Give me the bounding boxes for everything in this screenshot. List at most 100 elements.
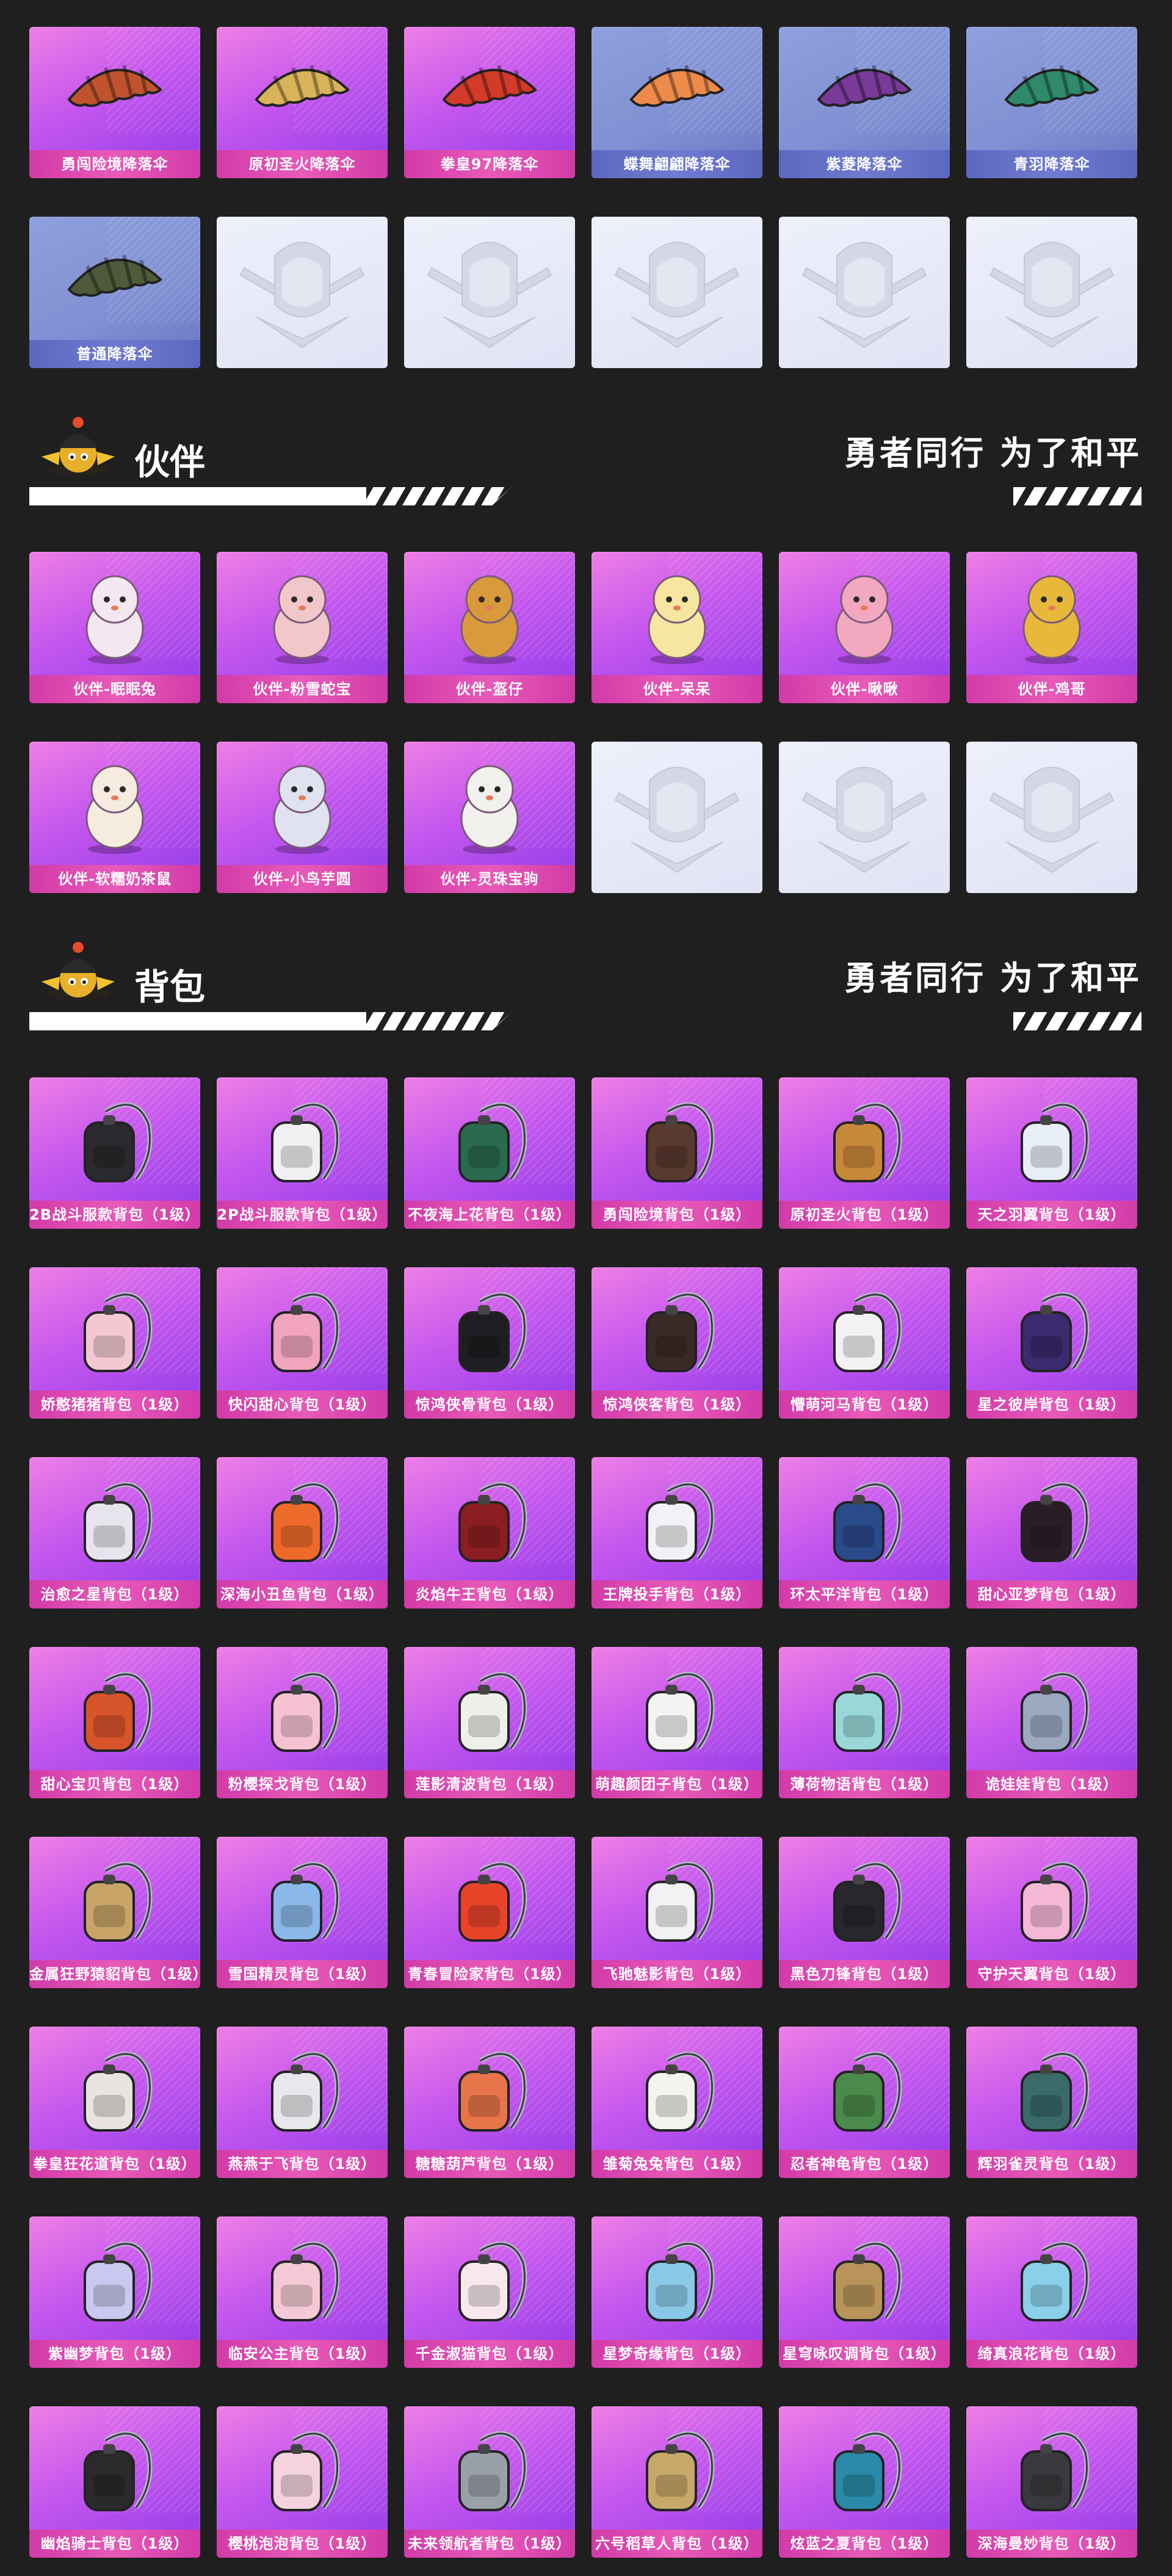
backpack-label: 懵萌河马背包（1级） [779,1391,950,1419]
backpack-card[interactable]: 惊鸿侠客背包（1级） [591,1267,762,1419]
companion-card[interactable]: 伙伴-呆呆 [591,552,762,703]
backpack-card[interactable]: 忍者神龟背包（1级） [779,2027,950,2178]
backpack-card[interactable]: 雏菊兔兔背包（1级） [591,2027,762,2178]
backpack-card[interactable]: 飞驰魅影背包（1级） [591,1837,762,1988]
backpack-card[interactable]: 星之彼岸背包（1级） [966,1267,1137,1419]
backpack-card[interactable]: 紫幽梦背包（1级） [29,2216,200,2368]
backpack-card[interactable]: 守护天翼背包（1级） [966,1837,1137,1988]
companion-card[interactable]: 伙伴-眠眠兔 [29,552,200,703]
backpack-card[interactable]: 2B战斗服款背包（1级） [29,1077,200,1229]
backpack-card[interactable]: 炎焰牛王背包（1级） [404,1457,575,1608]
backpack-card[interactable]: 懵萌河马背包（1级） [779,1267,950,1419]
companion-icon [966,552,1137,675]
backpack-icon [29,2406,200,2530]
backpack-icon [966,1457,1137,1580]
backpack-icon [966,1267,1137,1391]
backpack-label: 星之彼岸背包（1级） [966,1391,1137,1419]
backpack-icon [966,2406,1137,2530]
companion-card[interactable]: 伙伴-小鸟芋圆 [217,742,388,893]
backpack-card[interactable]: 萌趣颜团子背包（1级） [591,1647,762,1798]
backpack-icon [217,1457,388,1580]
backpack-card[interactable]: 深海小丑鱼背包（1级） [217,1457,388,1608]
backpack-card[interactable]: 快闪甜心背包（1级） [217,1267,388,1419]
backpack-card[interactable]: 燕燕于飞背包（1级） [217,2027,388,2178]
backpack-label: 千金淑猫背包（1级） [404,2340,575,2368]
parachute-card[interactable]: 蝶舞翩翩降落伞 [591,27,762,178]
section-underline-stripes [366,1012,512,1030]
backpack-card[interactable]: 辉羽雀灵背包（1级） [966,2027,1137,2178]
companion-card[interactable]: 伙伴-灵珠宝驹 [404,742,575,893]
backpack-label: 樱桃泡泡背包（1级） [217,2530,388,2558]
backpack-card[interactable]: 炫蓝之夏背包（1级） [779,2406,950,2558]
backpack-card[interactable]: 诡娃娃背包（1级） [966,1647,1137,1798]
backpack-card[interactable]: 勇闯险境背包（1级） [591,1077,762,1229]
backpack-card[interactable]: 娇憨猪猪背包（1级） [29,1267,200,1419]
empty-slot [591,217,762,368]
emblem-icon [966,217,1137,368]
mascot-icon [42,942,115,1000]
backpack-card[interactable]: 六号稻草人背包（1级） [591,2406,762,2558]
backpack-card[interactable]: 未来领航者背包（1级） [404,2406,575,2558]
backpack-label: 雪国精灵背包（1级） [217,1960,388,1988]
backpack-label: 2P战斗服款背包（1级） [217,1201,388,1229]
parachute-card[interactable]: 青羽降落伞 [966,27,1137,178]
parachute-card[interactable]: 勇闯险境降落伞 [29,27,200,178]
backpack-card[interactable]: 甜心宝贝背包（1级） [29,1647,200,1798]
backpack-card[interactable]: 青春冒险家背包（1级） [404,1837,575,1988]
backpack-icon [29,1647,200,1770]
backpack-card[interactable]: 星穹咏叹调背包（1级） [779,2216,950,2368]
backpack-card[interactable]: 天之羽翼背包（1级） [966,1077,1137,1229]
backpack-card[interactable]: 绮真浪花背包（1级） [966,2216,1137,2368]
companion-card[interactable]: 伙伴-盔仔 [404,552,575,703]
emblem-icon [779,217,950,368]
backpack-card[interactable]: 糖糖葫芦背包（1级） [404,2027,575,2178]
backpack-card[interactable]: 雪国精灵背包（1级） [217,1837,388,1988]
parachute-card[interactable]: 原初圣火降落伞 [217,27,388,178]
backpack-icon [591,2027,762,2150]
backpack-icon [404,2027,575,2150]
parachute-label: 蝶舞翩翩降落伞 [591,150,762,178]
backpack-card[interactable]: 2P战斗服款背包（1级） [217,1077,388,1229]
backpack-icon [591,1267,762,1391]
backpack-card[interactable]: 治愈之星背包（1级） [29,1457,200,1608]
backpack-card[interactable]: 幽焰骑士背包（1级） [29,2406,200,2558]
companion-label: 伙伴-鸡哥 [966,675,1137,703]
empty-slot [966,217,1137,368]
companion-label: 伙伴-眠眠兔 [29,675,200,703]
parachute-card[interactable]: 普通降落伞 [29,217,200,368]
parachute-card[interactable]: 紫菱降落伞 [779,27,950,178]
backpack-card[interactable]: 千金淑猫背包（1级） [404,2216,575,2368]
backpack-card[interactable]: 莲影清波背包（1级） [404,1647,575,1798]
companion-icon [779,552,950,675]
companion-icon [404,552,575,675]
backpack-card[interactable]: 金属狂野猿貂背包（1级） [29,1837,200,1988]
backpack-card[interactable]: 惊鸿侠骨背包（1级） [404,1267,575,1419]
backpack-label: 糖糖葫芦背包（1级） [404,2150,575,2178]
companion-label: 伙伴-粉雪蛇宝 [217,675,388,703]
backpack-label: 甜心宝贝背包（1级） [29,1770,200,1798]
companion-card[interactable]: 伙伴-粉雪蛇宝 [217,552,388,703]
backpack-card[interactable]: 不夜海上花背包（1级） [404,1077,575,1229]
empty-slot [404,217,575,368]
backpack-card[interactable]: 甜心亚梦背包（1级） [966,1457,1137,1608]
backpack-card[interactable]: 拳皇狂花道背包（1级） [29,2027,200,2178]
companion-card[interactable]: 伙伴-啾啾 [779,552,950,703]
backpack-card[interactable]: 星梦奇缘背包（1级） [591,2216,762,2368]
parachute-icon [29,27,200,150]
backpack-card[interactable]: 临安公主背包（1级） [217,2216,388,2368]
backpack-card[interactable]: 薄荷物语背包（1级） [779,1647,950,1798]
backpack-card[interactable]: 环太平洋背包（1级） [779,1457,950,1608]
backpack-label: 惊鸿侠客背包（1级） [591,1391,762,1419]
backpack-card[interactable]: 王牌投手背包（1级） [591,1457,762,1608]
backpack-icon [29,1267,200,1391]
backpack-card[interactable]: 深海曼妙背包（1级） [966,2406,1137,2558]
backpack-card[interactable]: 粉樱探戈背包（1级） [217,1647,388,1798]
backpack-card[interactable]: 樱桃泡泡背包（1级） [217,2406,388,2558]
companion-card[interactable]: 伙伴-软糯奶茶鼠 [29,742,200,893]
backpack-card[interactable]: 黑色刀锋背包（1级） [779,1837,950,1988]
companion-card[interactable]: 伙伴-鸡哥 [966,552,1137,703]
backpack-icon [779,2406,950,2530]
section-slogan: 勇者同行 为了和平 [844,434,1141,472]
parachute-card[interactable]: 拳皇97降落伞 [404,27,575,178]
backpack-card[interactable]: 原初圣火背包（1级） [779,1077,950,1229]
